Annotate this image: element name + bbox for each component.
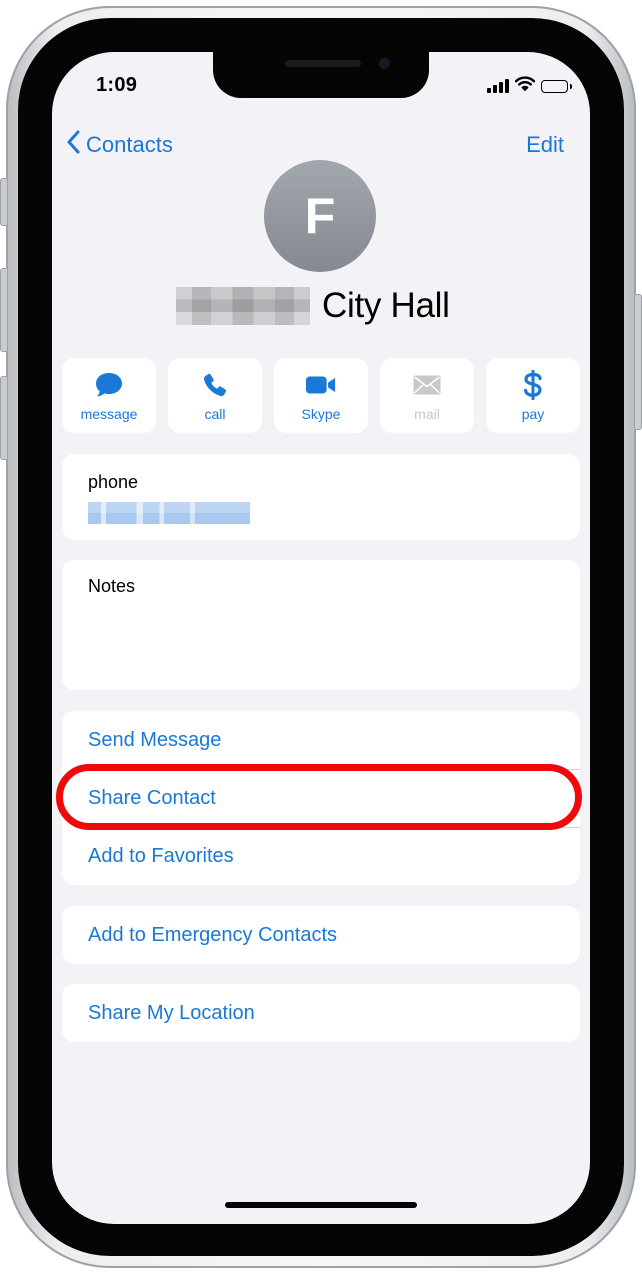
redacted-name-block xyxy=(176,287,310,325)
volume-up-button xyxy=(0,268,8,352)
envelope-icon xyxy=(411,370,443,400)
add-to-favorites-row[interactable]: Add to Favorites xyxy=(62,827,580,885)
message-bubble-icon xyxy=(93,370,125,400)
screen: 1:09 Contacts Edit F City Hall message c… xyxy=(52,52,590,1224)
video-camera-icon xyxy=(305,370,337,400)
front-camera xyxy=(379,58,390,69)
back-button-label: Contacts xyxy=(86,132,173,157)
dollar-icon xyxy=(517,369,549,400)
signal-bars-icon xyxy=(487,79,509,93)
phone-field-label: phone xyxy=(88,472,139,492)
skype-button[interactable]: Skype xyxy=(274,358,368,433)
wifi-icon xyxy=(514,76,536,96)
share-location-card: Share My Location xyxy=(62,984,580,1042)
share-contact-row[interactable]: Share Contact xyxy=(62,769,580,827)
notch xyxy=(213,52,429,98)
chevron-left-icon xyxy=(66,130,80,160)
phone-card: phone xyxy=(62,454,580,540)
skype-button-label: Skype xyxy=(301,405,341,422)
contact-actions-card: Send Message Share Contact Add to Favori… xyxy=(62,711,580,885)
contact-name-text: City Hall xyxy=(322,286,450,325)
earpiece-speaker xyxy=(285,60,361,67)
volume-down-button xyxy=(0,376,8,460)
mail-button-label: mail xyxy=(414,405,440,422)
redacted-phone-number[interactable] xyxy=(88,502,250,524)
home-indicator[interactable] xyxy=(225,1202,417,1208)
call-button-label: call xyxy=(204,405,226,422)
share-my-location-row[interactable]: Share My Location xyxy=(62,984,580,1042)
call-button[interactable]: call xyxy=(168,358,262,433)
message-button[interactable]: message xyxy=(62,358,156,433)
silent-switch xyxy=(0,178,8,226)
pay-button-label: pay xyxy=(521,405,545,422)
status-time: 1:09 xyxy=(96,74,138,96)
emergency-contacts-card: Add to Emergency Contacts xyxy=(62,906,580,964)
status-icons xyxy=(487,76,572,96)
back-to-contacts-button[interactable]: Contacts xyxy=(66,130,173,160)
mail-button[interactable]: mail xyxy=(380,358,474,433)
notes-field-label: Notes xyxy=(88,576,136,596)
edit-button[interactable]: Edit xyxy=(526,132,564,158)
pay-button[interactable]: pay xyxy=(486,358,580,433)
avatar-initial: F xyxy=(304,188,336,244)
message-button-label: message xyxy=(80,405,138,422)
side-button xyxy=(634,294,642,430)
battery-icon xyxy=(541,79,572,93)
send-message-row[interactable]: Send Message xyxy=(62,711,580,769)
notes-card[interactable]: Notes xyxy=(62,560,580,690)
phone-icon xyxy=(199,370,231,400)
contact-name: City Hall xyxy=(176,286,450,326)
add-to-emergency-contacts-row[interactable]: Add to Emergency Contacts xyxy=(62,906,580,964)
avatar: F xyxy=(264,160,376,272)
quick-actions: message call Skype mail pay xyxy=(62,358,580,433)
